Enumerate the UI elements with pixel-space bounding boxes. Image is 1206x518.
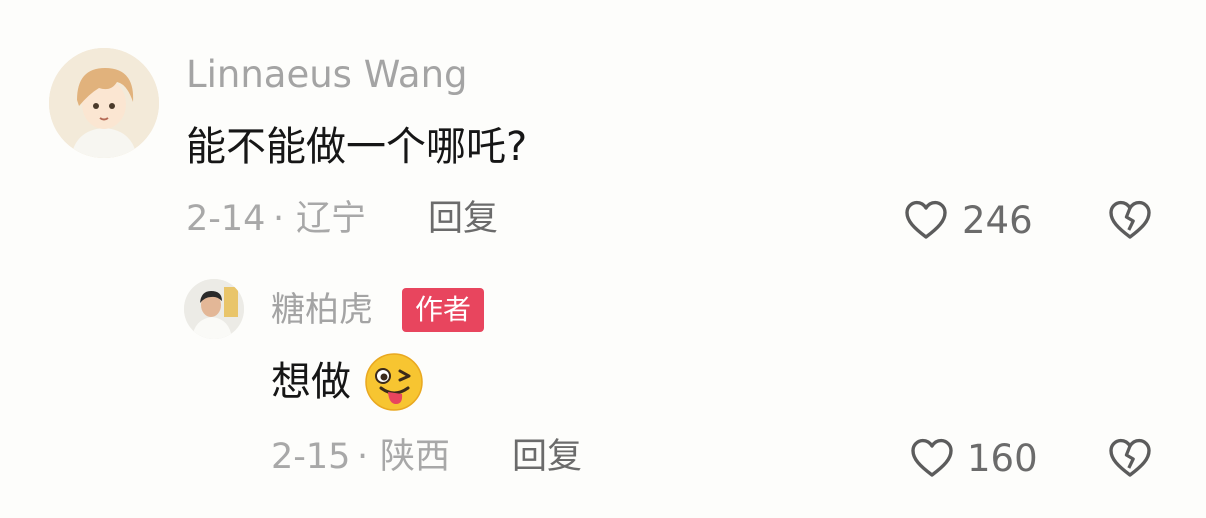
like-button[interactable] xyxy=(900,196,952,244)
meta-separator: · xyxy=(357,437,369,477)
reply-button[interactable]: 回复 xyxy=(428,202,498,237)
comment-username[interactable]: Linnaeus Wang xyxy=(186,56,468,93)
comment-location: 陕西 xyxy=(380,437,451,477)
heart-outline-icon xyxy=(911,438,953,477)
author-badge: 作者 xyxy=(402,288,485,332)
comment-location: 辽宁 xyxy=(296,199,367,239)
like-button[interactable] xyxy=(906,434,958,482)
person-avatar-image xyxy=(184,279,244,339)
anime-avatar-image xyxy=(49,48,159,158)
like-count: 160 xyxy=(967,437,1038,480)
broken-heart-icon xyxy=(1109,200,1151,239)
comment-text: 想做 xyxy=(271,359,351,405)
dislike-button[interactable] xyxy=(1105,434,1155,482)
meta-separator: · xyxy=(273,199,285,239)
dislike-button[interactable] xyxy=(1105,196,1155,244)
comment-text: 能不能做一个哪吒? xyxy=(186,124,528,170)
comment-username[interactable]: 糖柏虎 xyxy=(271,293,373,327)
reply-button[interactable]: 回复 xyxy=(512,440,582,475)
heart-outline-icon xyxy=(905,200,947,239)
like-count: 246 xyxy=(962,199,1033,242)
winking-tongue-emoji-icon xyxy=(364,352,424,412)
avatar[interactable] xyxy=(49,48,159,158)
broken-heart-icon xyxy=(1109,438,1151,477)
avatar[interactable] xyxy=(184,279,244,339)
comment-date: 2-14 xyxy=(186,199,266,239)
comment-date: 2-15 xyxy=(271,437,351,477)
